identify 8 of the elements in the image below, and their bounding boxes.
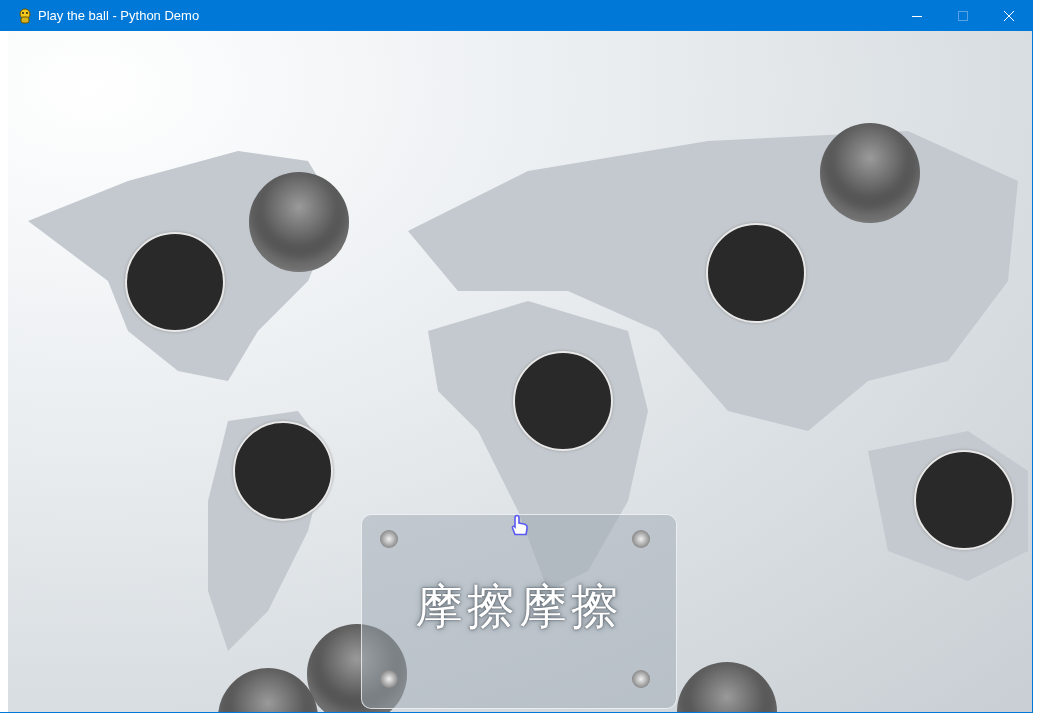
screw-icon (380, 530, 398, 548)
window-title: Play the ball - Python Demo (38, 8, 200, 23)
screw-icon (632, 530, 650, 548)
close-icon (1004, 10, 1014, 21)
panel-label: 摩擦摩擦 (415, 576, 623, 636)
hand-pointer-icon (511, 514, 529, 536)
maximize-icon (958, 10, 968, 21)
screw-icon (632, 670, 650, 688)
